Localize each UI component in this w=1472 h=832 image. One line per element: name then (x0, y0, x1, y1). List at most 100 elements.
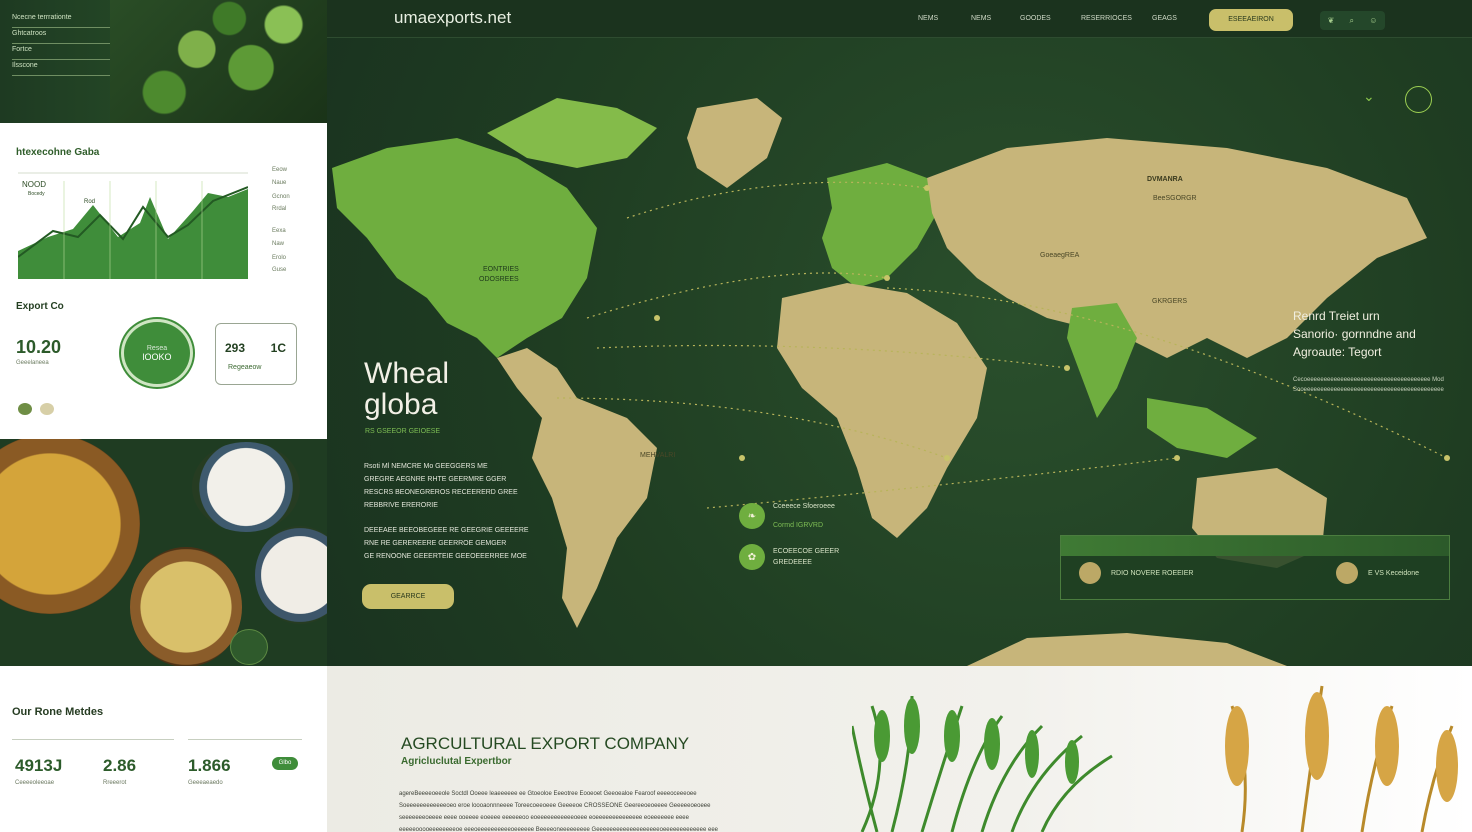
map-label: GKRGERS (1152, 298, 1188, 305)
card-item-label: RDIO NOVERE ROEEIER (1111, 569, 1194, 577)
rice-bowl-2 (255, 526, 327, 624)
seal-icon (230, 629, 268, 665)
hero-paragraph: DEEEAEE BEEOBEGEEE RE GEEGRIE GEEEERE RN… (364, 524, 539, 563)
metrics-section: Our Rone Metdes 4913J Ceeeeoleeoae 2.86 … (0, 666, 327, 832)
user-icon[interactable]: ☺ (1369, 16, 1377, 25)
map-label: BeeSGORGR (1153, 195, 1197, 202)
hero-title-line: Wheal (364, 357, 450, 390)
nav-icon-group: ❦ ⌕ ☺ (1320, 11, 1385, 30)
divider (12, 739, 174, 740)
left-top-line[interactable]: Fortce (12, 46, 122, 60)
wheat-image (852, 685, 1458, 832)
top-navbar: umaexports.net NEMS NEMS GOODES RESERRIO… (327, 0, 1472, 38)
nav-item[interactable]: GOODES (1020, 15, 1051, 22)
trend-chart: NOOD Bocedy Rod (18, 172, 248, 279)
route-item[interactable]: ❧ Cceeece Sfoeroeee Cormd IGRVRD (739, 503, 835, 529)
nav-item[interactable]: GEAGS (1152, 15, 1177, 22)
nav-cta-button[interactable]: ESEEAEIRON (1209, 9, 1293, 31)
side-heading: Renrd Treiet urn Sanorio· gornndne and A… (1293, 307, 1416, 361)
legend-item: Gcnon (272, 194, 290, 200)
side-line: Sanorio· gornndne and (1293, 327, 1416, 341)
chart-label: Bocedy (28, 191, 45, 197)
card-item[interactable]: E VS Keceidone (1336, 562, 1419, 584)
route-label: Cormd IGRVRD (773, 522, 824, 529)
metric-caption: Geeeaeaedo (188, 780, 223, 786)
hero-tagline: RS GSEEOR GEIOESE (365, 428, 441, 435)
hero-cta-button[interactable]: GEARRCE (362, 584, 454, 609)
chickpea-bowl (0, 439, 140, 614)
metric-value: 1.866 (188, 756, 231, 775)
company-subtitle: Agricluclutal Expertbor (401, 756, 512, 767)
hero-line: REBBRIVE ERERORIE (364, 502, 438, 509)
dot[interactable] (40, 403, 55, 415)
stat-card[interactable]: 293 1C Regeaeow (215, 323, 297, 385)
bean-icon (1336, 562, 1358, 584)
left-top-line[interactable]: Ghtcatroos (12, 30, 122, 44)
nav-item[interactable]: NEMS (971, 15, 991, 22)
badge-top: Resea (146, 344, 168, 352)
nav-item[interactable]: NEMS (918, 15, 938, 22)
chart-label: Rod (84, 199, 95, 205)
search-icon (1079, 562, 1101, 584)
grain-bowls-image (0, 439, 327, 666)
metric-pill-button[interactable]: Glbo (272, 757, 298, 770)
side-small-line: Cecoeeeeeeeeeeeeeeeeeeeeeeeeeeeeeeeeeeee… (1293, 377, 1444, 383)
route-label: ECOEECOE GEEER (773, 548, 840, 555)
legend-item: Eeow (272, 167, 288, 173)
route-label: Cceeece Sfoeroeee (773, 503, 835, 510)
company-title: AGRCULTURAL EXPORT COMPANY (401, 734, 690, 753)
hop-icon[interactable]: ❦ (1328, 16, 1335, 25)
left-top-banner: Ncecne terrrationte Ghtcatroos Fortce Il… (0, 0, 327, 123)
side-description: Cecoeeeeeeeeeeeeeeeeeeeeeeeeeeeeeeeeeeee… (1293, 375, 1463, 395)
hero-line: GE RENOONE GEEERTEIE GEEOEEERREE MOE (364, 553, 527, 560)
route-item[interactable]: ✿ ECOEECOE GEEER GREDEEEE (739, 544, 839, 570)
route-label: GREDEEEE (773, 559, 812, 566)
company-text-line: Soeeeeeeeeeeeeoeo eroe loooaonnneeee Tor… (399, 803, 711, 809)
export-label: Export Co (16, 301, 64, 312)
stat-card-left: 293 (225, 341, 246, 355)
chevron-down-icon[interactable]: ⌄ (1363, 88, 1375, 105)
company-text-line: seeeeeeeoeeee eeee ooeeee eoeeee eeeeeeo… (399, 815, 689, 821)
map-label: EONTRIES (483, 266, 519, 273)
nav-item[interactable]: RESERRIOCES (1081, 15, 1132, 22)
route-info-card[interactable]: RDIO NOVERE ROEEIER E VS Keceidone (1060, 535, 1450, 600)
metric-value: 4913J (15, 756, 63, 775)
hero-title-line: globa (364, 388, 438, 421)
metric-value: 2.86 (103, 756, 137, 775)
hero-line: Rsoti Ml NEMCRE Mo GEEGGERS ME (364, 463, 488, 470)
leaf-icon: ❧ (739, 503, 765, 529)
carousel-dots (18, 402, 58, 420)
metrics-title: Our Rone Metdes (12, 706, 104, 718)
stats-panel: htexecohne Gaba NOOD Bocedy Rod Eeow Nau… (0, 123, 327, 439)
badge-value: lOOKO (142, 351, 172, 362)
map-label: DVMANRA (1147, 176, 1183, 183)
map-label: GoeaegREA (1040, 252, 1080, 259)
card-item[interactable]: RDIO NOVERE ROEEIER (1079, 562, 1193, 584)
side-small-line: Sooeeeeeeeeeeeeeeeeeeeeeeeeeeeeeeeeeeeee… (1293, 387, 1444, 393)
rice-bowl (192, 442, 300, 532)
circle-icon[interactable] (1405, 86, 1432, 113)
circle-badge[interactable]: Resea lOOKO (121, 319, 193, 387)
hero-line: RESCRS BEONEGREROS RECEERERD GREE (364, 489, 518, 496)
left-top-line[interactable]: Ncecne terrrationte (12, 14, 122, 28)
search-icon[interactable]: ⌕ (1350, 16, 1354, 26)
export-caption: Geeelaneea (16, 360, 49, 366)
left-top-menu: Ncecne terrrationte Ghtcatroos Fortce Il… (12, 14, 122, 78)
page-root: Ncecne terrrationte Ghtcatroos Fortce Il… (0, 0, 1472, 832)
chart-label: NOOD (22, 180, 46, 189)
site-domain[interactable]: umaexports.net (394, 8, 511, 28)
hero-line: RNE RE GEREREERE GEERROE GEMGER (364, 540, 507, 547)
dot-active[interactable] (18, 403, 32, 415)
card-header-bar (1061, 536, 1449, 556)
company-text-line: eeeeeooooeeeeeeeeoe eeeoeeeeeeeeeeoeeeee… (399, 827, 718, 832)
hops-image (110, 0, 327, 123)
left-top-line[interactable]: Ilsscone (12, 62, 122, 76)
hero-paragraph: Rsoti Ml NEMCRE Mo GEEGGERS ME GREGRE AE… (364, 460, 539, 512)
panel-title: htexecohne Gaba (16, 147, 100, 158)
legend-item: Naue (272, 180, 287, 186)
map-label: MEHVALRI (640, 452, 676, 459)
hero-title: Wheal globa (364, 358, 449, 420)
metric-caption: Ceeeeoleeoae (15, 780, 55, 786)
metric-caption: Rreeerot (103, 780, 127, 786)
export-value: 10.20 (16, 337, 62, 357)
